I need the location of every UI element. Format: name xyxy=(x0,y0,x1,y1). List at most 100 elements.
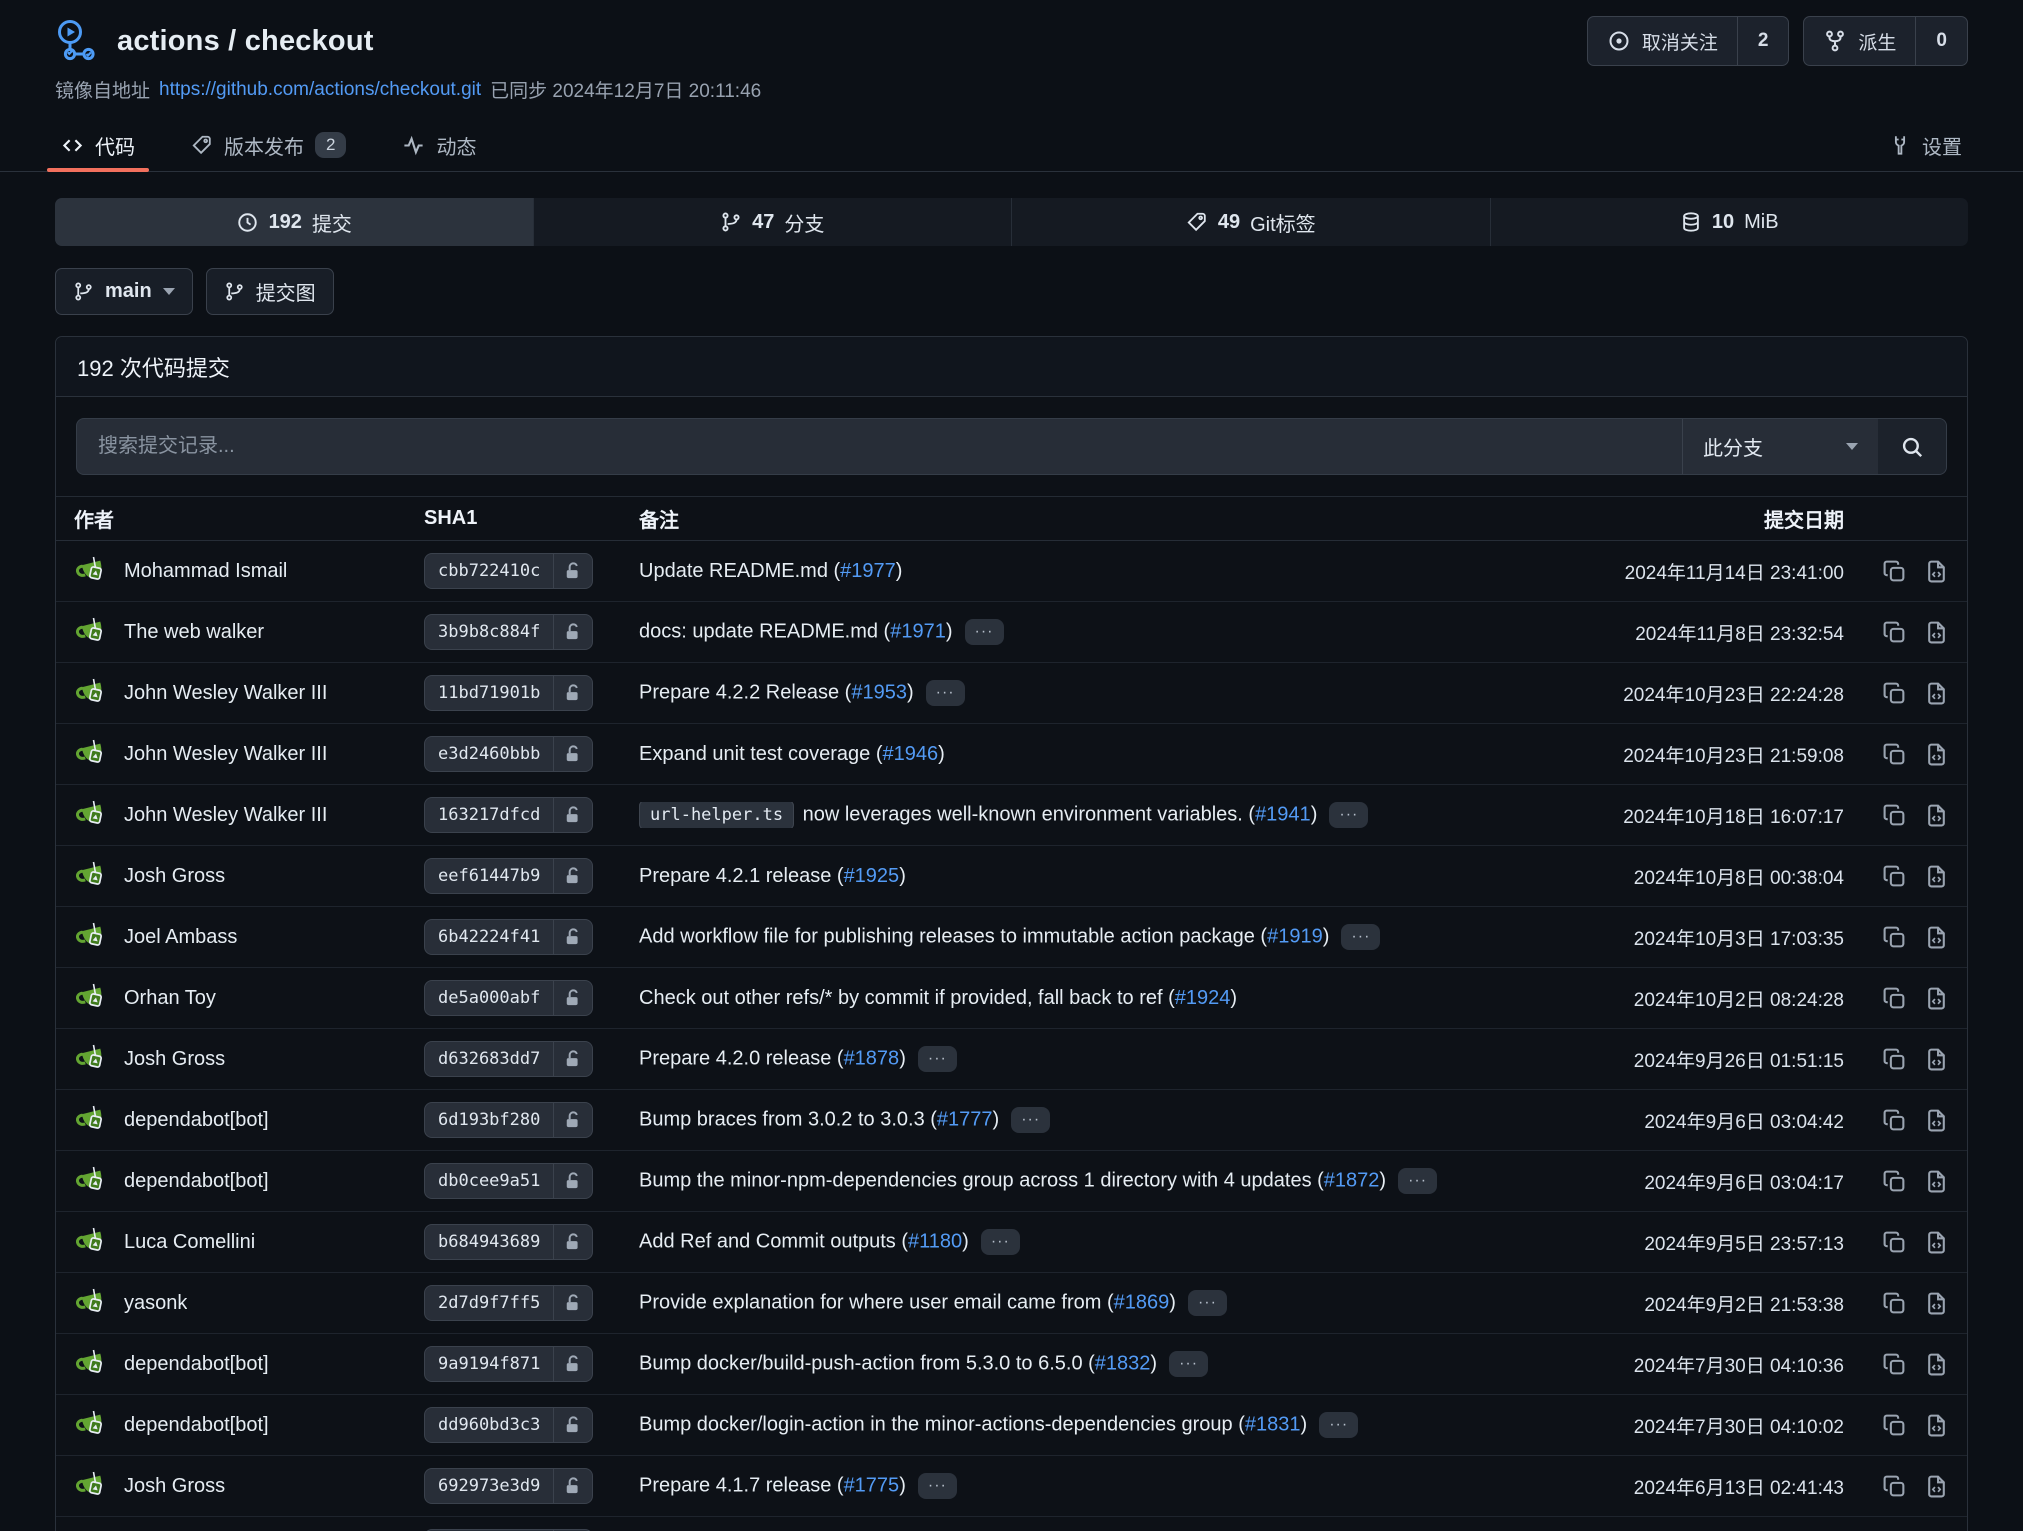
issue-link[interactable]: #1832 xyxy=(1095,1352,1151,1374)
browse-source-button[interactable] xyxy=(1924,681,1949,706)
expand-commit-button[interactable]: ··· xyxy=(1329,802,1368,828)
commit-sha-button[interactable]: 6b42224f41 xyxy=(424,919,593,955)
issue-link[interactable]: #1946 xyxy=(882,743,938,765)
search-button[interactable] xyxy=(1878,419,1946,474)
commit-sha-button[interactable]: d632683dd7 xyxy=(424,1041,593,1077)
commit-author[interactable]: yasonk xyxy=(74,1285,424,1321)
commit-author[interactable]: The web walker xyxy=(74,614,424,650)
watch-count[interactable]: 2 xyxy=(1737,17,1789,65)
commit-author[interactable]: dependabot[bot] xyxy=(74,1163,424,1199)
browse-source-button[interactable] xyxy=(1924,803,1949,828)
commit-sha-button[interactable]: b684943689 xyxy=(424,1224,593,1260)
commit-sha-button[interactable]: 6d193bf280 xyxy=(424,1102,593,1138)
issue-link[interactable]: #1971 xyxy=(890,620,946,642)
copy-sha-button[interactable] xyxy=(1882,1169,1907,1194)
expand-commit-button[interactable]: ··· xyxy=(926,680,965,706)
commit-author[interactable]: Joel Ambass xyxy=(74,919,424,955)
commit-sha-button[interactable]: 2d7d9f7ff5 xyxy=(424,1285,593,1321)
copy-sha-button[interactable] xyxy=(1882,1291,1907,1316)
copy-sha-button[interactable] xyxy=(1882,1474,1907,1499)
tab-activity[interactable]: 动态 xyxy=(396,119,482,171)
mirror-url-link[interactable]: https://github.com/actions/checkout.git xyxy=(159,79,481,101)
copy-sha-button[interactable] xyxy=(1882,864,1907,889)
commit-sha-button[interactable]: eef61447b9 xyxy=(424,858,593,894)
commit-author[interactable]: Luca Comellini xyxy=(74,1224,424,1260)
issue-link[interactable]: #1180 xyxy=(908,1230,962,1252)
copy-sha-button[interactable] xyxy=(1882,1047,1907,1072)
issue-link[interactable]: #1924 xyxy=(1175,987,1231,1009)
issue-link[interactable]: #1775 xyxy=(844,1474,900,1496)
expand-commit-button[interactable]: ··· xyxy=(965,619,1004,645)
expand-commit-button[interactable]: ··· xyxy=(1169,1351,1208,1377)
stat-tags[interactable]: 49 Git标签 xyxy=(1012,198,1491,246)
expand-commit-button[interactable]: ··· xyxy=(1319,1412,1358,1438)
commit-sha-button[interactable]: 163217dfcd xyxy=(424,797,593,833)
commit-sha-button[interactable]: 692973e3d9 xyxy=(424,1468,593,1504)
copy-sha-button[interactable] xyxy=(1882,681,1907,706)
copy-sha-button[interactable] xyxy=(1882,1108,1907,1133)
browse-source-button[interactable] xyxy=(1924,620,1949,645)
copy-sha-button[interactable] xyxy=(1882,986,1907,1011)
copy-sha-button[interactable] xyxy=(1882,925,1907,950)
commit-author[interactable]: Josh Gross xyxy=(74,858,424,894)
fork-button[interactable]: 派生 0 xyxy=(1803,16,1968,66)
issue-link[interactable]: #1872 xyxy=(1324,1169,1380,1191)
search-input[interactable] xyxy=(77,419,1682,474)
commit-author[interactable]: Josh Gross xyxy=(74,1041,424,1077)
copy-sha-button[interactable] xyxy=(1882,803,1907,828)
issue-link[interactable]: #1977 xyxy=(840,560,896,582)
commit-sha-button[interactable]: e3d2460bbb xyxy=(424,736,593,772)
copy-sha-button[interactable] xyxy=(1882,559,1907,584)
browse-source-button[interactable] xyxy=(1924,1108,1949,1133)
expand-commit-button[interactable]: ··· xyxy=(1398,1168,1437,1194)
browse-source-button[interactable] xyxy=(1924,742,1949,767)
stat-commits[interactable]: 192 提交 xyxy=(55,198,534,246)
browse-source-button[interactable] xyxy=(1924,1230,1949,1255)
expand-commit-button[interactable]: ··· xyxy=(1011,1107,1050,1133)
commit-sha-button[interactable]: dd960bd3c3 xyxy=(424,1407,593,1443)
browse-source-button[interactable] xyxy=(1924,559,1949,584)
commit-sha-button[interactable]: db0cee9a51 xyxy=(424,1163,593,1199)
commit-sha-button[interactable]: cbb722410c xyxy=(424,553,593,589)
browse-source-button[interactable] xyxy=(1924,925,1949,950)
branch-filter-dropdown[interactable]: 此分支 xyxy=(1682,419,1878,474)
expand-commit-button[interactable]: ··· xyxy=(1341,924,1380,950)
browse-source-button[interactable] xyxy=(1924,1169,1949,1194)
issue-link[interactable]: #1953 xyxy=(851,681,907,703)
commit-author[interactable]: Mohammad Ismail xyxy=(74,553,424,589)
expand-commit-button[interactable]: ··· xyxy=(1188,1290,1227,1316)
tab-code[interactable]: 代码 xyxy=(55,119,141,171)
browse-source-button[interactable] xyxy=(1924,1474,1949,1499)
commit-author[interactable]: John Wesley Walker III xyxy=(74,797,424,833)
tab-settings[interactable]: 设置 xyxy=(1883,119,1968,171)
fork-count[interactable]: 0 xyxy=(1915,17,1967,65)
commit-author[interactable]: Josh Gross xyxy=(74,1468,424,1504)
commit-sha-button[interactable]: 9a9194f871 xyxy=(424,1346,593,1382)
commit-graph-button[interactable]: 提交图 xyxy=(206,268,334,315)
commit-sha-button[interactable]: de5a000abf xyxy=(424,980,593,1016)
copy-sha-button[interactable] xyxy=(1882,1230,1907,1255)
browse-source-button[interactable] xyxy=(1924,864,1949,889)
copy-sha-button[interactable] xyxy=(1882,742,1907,767)
browse-source-button[interactable] xyxy=(1924,1413,1949,1438)
issue-link[interactable]: #1919 xyxy=(1267,925,1323,947)
commit-sha-button[interactable]: 3b9b8c884f xyxy=(424,614,593,650)
browse-source-button[interactable] xyxy=(1924,1291,1949,1316)
expand-commit-button[interactable]: ··· xyxy=(981,1229,1020,1255)
commit-author[interactable]: John Wesley Walker III xyxy=(74,675,424,711)
copy-sha-button[interactable] xyxy=(1882,1413,1907,1438)
issue-link[interactable]: #1831 xyxy=(1245,1413,1301,1435)
expand-commit-button[interactable]: ··· xyxy=(918,1473,957,1499)
copy-sha-button[interactable] xyxy=(1882,620,1907,645)
issue-link[interactable]: #1869 xyxy=(1114,1291,1170,1313)
unwatch-button[interactable]: 取消关注 2 xyxy=(1587,16,1790,66)
tab-releases[interactable]: 版本发布 2 xyxy=(185,119,352,171)
stat-size[interactable]: 10 MiB xyxy=(1491,198,1969,246)
browse-source-button[interactable] xyxy=(1924,1352,1949,1377)
commit-author[interactable]: dependabot[bot] xyxy=(74,1102,424,1138)
expand-commit-button[interactable]: ··· xyxy=(918,1046,957,1072)
commit-sha-button[interactable]: 11bd71901b xyxy=(424,675,593,711)
commit-author[interactable]: Orhan Toy xyxy=(74,980,424,1016)
browse-source-button[interactable] xyxy=(1924,1047,1949,1072)
issue-link[interactable]: #1878 xyxy=(844,1047,900,1069)
